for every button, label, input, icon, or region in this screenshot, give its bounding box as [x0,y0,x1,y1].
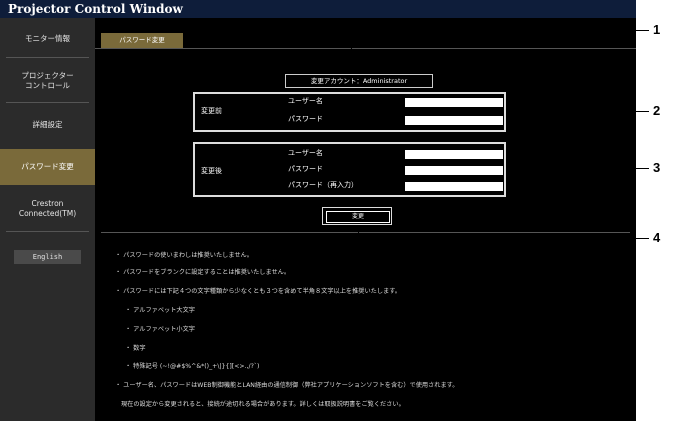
sidebar-item-label: Crestron Connected(TM) [18,199,77,218]
before-password-label: パスワード [288,115,323,123]
sidebar-item-label: 詳細設定 [32,120,63,129]
tab-change-password[interactable]: パスワード変更 [101,33,183,48]
sidebar-item-label: モニター情報 [25,34,70,43]
sidebar-item-projector-control[interactable]: プロジェクター コントロール [0,63,95,99]
note-item: 現在の設定から変更されると、接続が途切れる場合があります。詳しくは取扱説明書をご… [121,401,405,408]
main-content: パスワード変更 変更アカウント：Administrator 変更前 ユーザー名 … [95,18,636,421]
sidebar: モニター情報 プロジェクター コントロール 詳細設定 パスワード変更 Crest… [0,18,95,421]
callout-1: 1 [653,22,661,37]
note-item: ・ 数字 [125,345,146,352]
after-username-label: ユーザー名 [288,149,323,157]
note-item: ・ パスワードをブランクに設定することは推奨いたしません。 [115,269,291,276]
sidebar-item-advanced-settings[interactable]: 詳細設定 [0,107,95,143]
sidebar-item-crestron[interactable]: Crestron Connected(TM) [0,190,95,228]
after-password-confirm-label: パスワード（再入力） [288,181,358,189]
after-password-label: パスワード [288,165,323,173]
callout-line-1 [351,30,649,31]
before-username-label: ユーザー名 [288,97,323,105]
note-item: ・ ユーザー名、パスワードはWEB制御機能とLAN経由の通信制御（弊社アプリケー… [115,382,459,389]
change-button-label: 変更 [326,211,390,223]
sidebar-divider [6,57,89,58]
before-change-group: 変更前 ユーザー名 パスワード [193,92,506,132]
callout-3: 3 [653,160,661,175]
callout-line-4 [358,225,359,238]
sidebar-item-monitor-info[interactable]: モニター情報 [0,23,95,55]
before-change-label: 変更前 [201,107,222,115]
before-password-input[interactable] [405,116,503,125]
sidebar-item-change-password[interactable]: パスワード変更 [0,149,95,185]
sidebar-divider [6,102,89,103]
after-username-input[interactable] [405,150,503,159]
after-change-label: 変更後 [201,167,222,175]
change-button[interactable]: 変更 [322,207,392,225]
sidebar-divider [6,231,89,232]
window-title: Projector Control Window [0,0,636,18]
after-password-input[interactable] [405,166,503,175]
callout-4: 4 [653,230,661,245]
account-label: 変更アカウント：Administrator [285,74,433,88]
note-item: ・ アルファベット小文字 [125,326,195,333]
projector-control-window: Projector Control Window モニター情報 プロジェクター … [0,0,636,421]
note-item: ・ 特殊記号 (~!@#$%^&*()_+\|}{][<>.,/?`) [125,363,260,370]
note-item: ・ パスワードの使いまわしは推奨いたしません。 [115,252,253,259]
callout-line-2 [525,111,649,112]
sidebar-item-label: パスワード変更 [21,162,74,171]
callout-line-3 [525,168,649,169]
english-button[interactable]: English [14,250,81,264]
after-change-group: 変更後 ユーザー名 パスワード パスワード（再入力） [193,142,506,197]
tab-divider [95,48,636,49]
callout-2: 2 [653,103,661,118]
callout-line-1 [351,30,352,72]
note-item: ・ アルファベット大文字 [125,307,195,314]
before-username-input[interactable] [405,98,503,107]
note-item: ・ パスワードには下記４つの文字種類から少なくとも３つを含めて半角８文字以上を推… [115,288,401,295]
callout-line-4 [358,238,649,239]
sidebar-item-label: プロジェクター コントロール [21,71,74,90]
after-password-confirm-input[interactable] [405,182,503,191]
divider [101,232,630,233]
